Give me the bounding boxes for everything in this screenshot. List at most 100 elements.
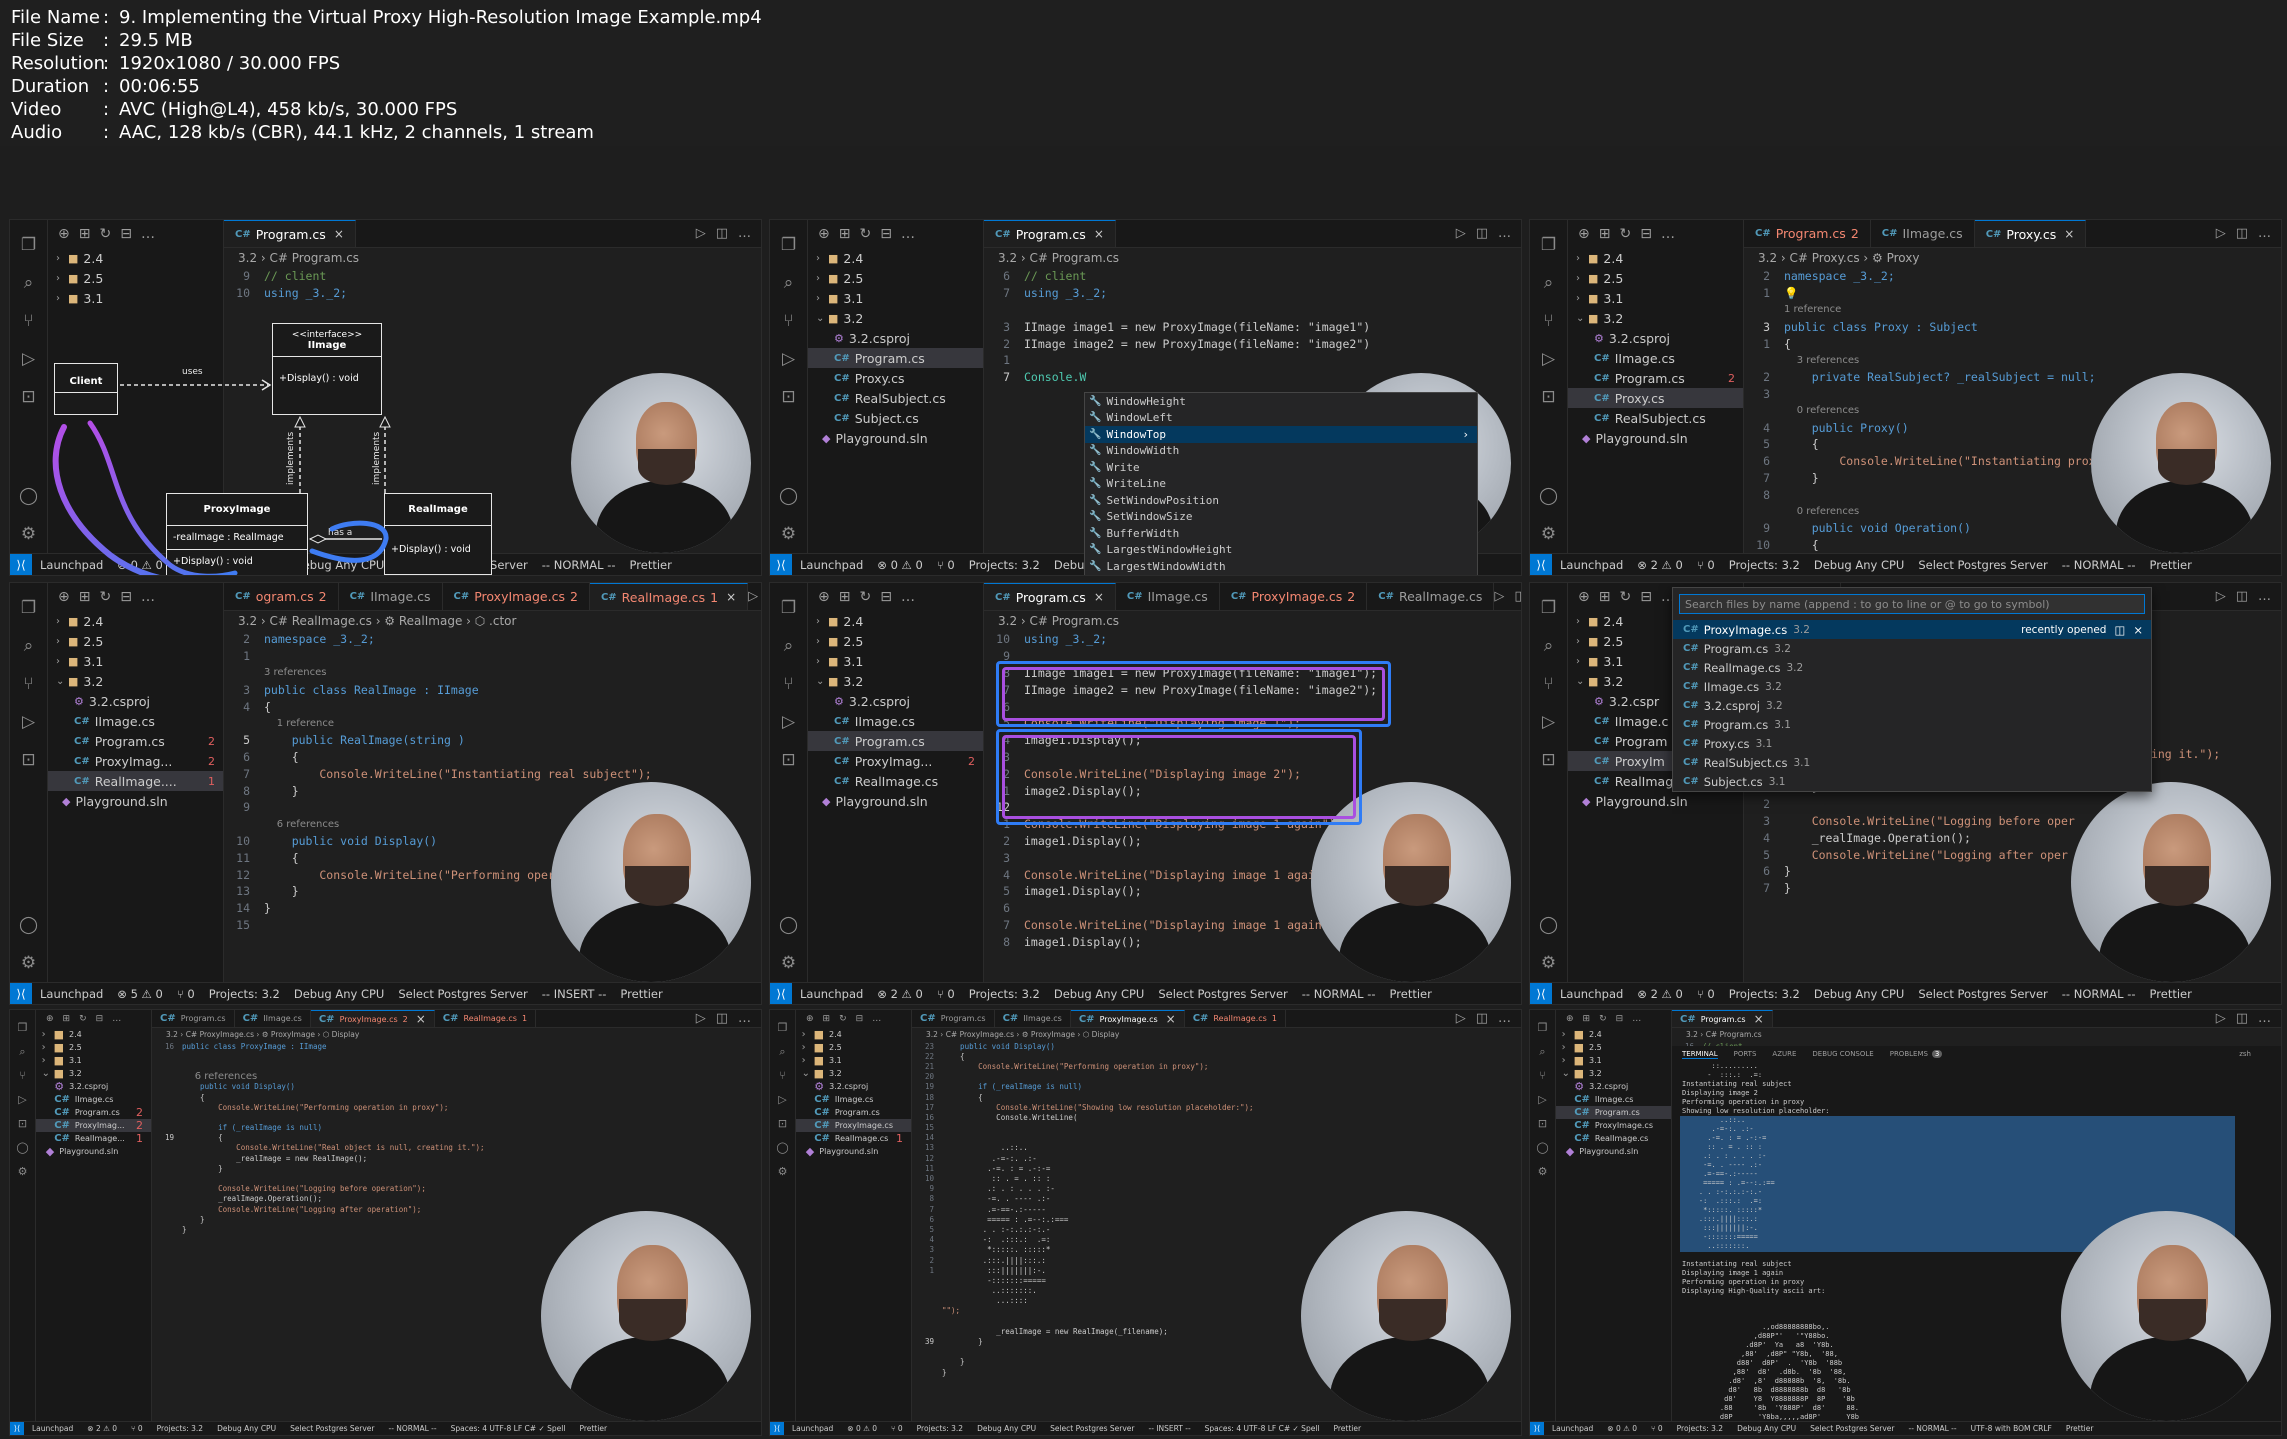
tree-item[interactable]: C# ProxyImage.cs xyxy=(796,1119,911,1132)
status-ports[interactable]: ⑂ 0 xyxy=(131,1424,143,1433)
files-icon[interactable]: ❐ xyxy=(1538,597,1560,619)
close-icon[interactable]: × xyxy=(1094,590,1104,604)
tree-item[interactable]: C# Subject.cs xyxy=(808,408,983,428)
status-fmt[interactable]: Prettier xyxy=(2150,987,2192,1001)
status-projects[interactable]: Projects: 3.2 xyxy=(1677,1424,1723,1433)
tree-item[interactable]: › ■ 3.1 xyxy=(1556,1054,1671,1067)
chevron-right-icon[interactable]: › xyxy=(1462,428,1469,441)
new-folder-icon[interactable]: ⊞ xyxy=(1583,1014,1591,1024)
tab-iimage-cs[interactable]: C# IImage.cs xyxy=(235,1010,311,1027)
source-control-icon[interactable]: ⑂ xyxy=(1538,310,1560,332)
tree-item[interactable]: ⌄ ■ 3.2 xyxy=(808,308,983,328)
status-errors[interactable]: ⊗ 2 ⚠ 0 xyxy=(87,1424,117,1433)
tree-item[interactable]: › ■ 3.1 xyxy=(48,651,223,671)
run-debug-icon[interactable]: ▷ xyxy=(1538,348,1560,370)
refresh-icon[interactable]: ↻ xyxy=(99,589,111,605)
tab-program-cs[interactable]: C# Program.cs × xyxy=(1672,1010,1773,1027)
suggestion-item[interactable]: 🔧 Write xyxy=(1085,459,1477,476)
collapse-icon[interactable]: ⊟ xyxy=(120,589,132,605)
collapse-icon[interactable]: ⊟ xyxy=(1640,589,1652,605)
status-db[interactable]: Select Postgres Server xyxy=(1918,558,2047,572)
tree-item[interactable]: › ■ 3.1 xyxy=(808,651,983,671)
tree-item[interactable]: › ■ 2.4 xyxy=(48,611,223,631)
status-ports[interactable]: ⑂ 0 xyxy=(1651,1424,1663,1433)
search-icon[interactable]: ⌕ xyxy=(1538,635,1560,657)
files-icon[interactable]: ❐ xyxy=(776,1021,790,1035)
breadcrumb[interactable]: 3.2 › C# Program.cs xyxy=(224,248,761,268)
account-icon[interactable]: ◯ xyxy=(778,485,800,507)
suggestion-item[interactable]: 🔧 WindowLeft xyxy=(1085,410,1477,427)
new-folder-icon[interactable]: ⊞ xyxy=(79,589,91,605)
remote-icon[interactable]: ⊡ xyxy=(778,749,800,771)
tree-item[interactable]: C# IImage.cs xyxy=(1556,1093,1671,1106)
tree-item[interactable]: › ■ 3.1 xyxy=(1568,288,1743,308)
status-errors[interactable]: ⊗ 2 ⚠ 0 xyxy=(1637,558,1683,572)
refresh-icon[interactable]: ↻ xyxy=(859,226,871,242)
files-icon[interactable]: ❐ xyxy=(18,234,40,256)
refresh-icon[interactable]: ↻ xyxy=(859,589,871,605)
gear-icon[interactable]: ⚙ xyxy=(18,523,40,545)
collapse-icon[interactable]: ⊟ xyxy=(96,1014,104,1024)
status-config[interactable]: Debug Any CPU xyxy=(977,1424,1036,1433)
status-fmt[interactable]: Prettier xyxy=(1390,987,1432,1001)
status-branch[interactable]: Launchpad xyxy=(1552,1424,1593,1433)
new-folder-icon[interactable]: ⊞ xyxy=(1599,589,1611,605)
tree-item[interactable]: C# IImage.cs xyxy=(36,1093,151,1106)
status-projects[interactable]: Projects: 3.2 xyxy=(969,987,1040,1001)
search-icon[interactable]: ⌕ xyxy=(1538,272,1560,294)
refresh-icon[interactable]: ↻ xyxy=(1619,589,1631,605)
more-icon[interactable]: … xyxy=(1498,1011,1511,1026)
tree-item[interactable]: › ■ 2.5 xyxy=(808,631,983,651)
new-folder-icon[interactable]: ⊞ xyxy=(839,226,851,242)
remote-indicator-icon[interactable]: ⟩⟨ xyxy=(770,554,792,575)
more-icon[interactable]: … xyxy=(738,226,751,241)
suggestion-item[interactable]: 🔧 LargestWindowHeight xyxy=(1085,542,1477,559)
account-icon[interactable]: ◯ xyxy=(18,485,40,507)
source-control-icon[interactable]: ⑂ xyxy=(1536,1069,1550,1083)
remote-icon[interactable]: ⊡ xyxy=(1538,749,1560,771)
tab-program-cs[interactable]: C# Program.cs xyxy=(152,1010,235,1027)
status-projects[interactable]: Projects: 3.2 xyxy=(1729,558,1800,572)
status-fmt[interactable]: Prettier xyxy=(1334,1424,1362,1433)
run-icon[interactable]: ▷ xyxy=(696,226,706,241)
suggestion-item[interactable]: 🔧 SetWindowPosition xyxy=(1085,492,1477,509)
status-fmt[interactable]: Prettier xyxy=(2150,558,2192,572)
status-db[interactable]: Select Postgres Server xyxy=(290,1424,374,1433)
tab-ogram-cs[interactable]: C# ogram.cs 2 xyxy=(224,583,339,610)
quick-open-item[interactable]: C# Program.cs 3.1 xyxy=(1673,715,2151,734)
tab-realimage-cs[interactable]: C# RealImage.cs 1 xyxy=(1185,1010,1286,1027)
status-db[interactable]: Select Postgres Server xyxy=(1158,987,1287,1001)
remote-indicator-icon[interactable]: ⟩⟨ xyxy=(1530,554,1552,575)
gear-icon[interactable]: ⚙ xyxy=(1538,523,1560,545)
run-debug-icon[interactable]: ▷ xyxy=(16,1093,30,1107)
status-projects[interactable]: Projects: 3.2 xyxy=(209,987,280,1001)
breadcrumb[interactable]: 3.2 › C# Proxy.cs › ⚙ Proxy xyxy=(1744,248,2281,268)
quick-open-item[interactable]: C# Proxy.cs 3.1 xyxy=(1673,734,2151,753)
tree-item[interactable]: ⌄ ■ 3.2 xyxy=(796,1067,911,1080)
new-folder-icon[interactable]: ⊞ xyxy=(823,1014,831,1024)
tree-item[interactable]: ◆ Playground.sln xyxy=(1556,1145,1671,1158)
account-icon[interactable]: ◯ xyxy=(1538,485,1560,507)
tree-item[interactable]: C# RealSubject.cs xyxy=(808,388,983,408)
tree-item[interactable]: ⚙ 3.2.csproj xyxy=(48,691,223,711)
more-icon[interactable]: … xyxy=(2258,1011,2271,1026)
tree-item[interactable]: › ■ 2.5 xyxy=(1568,268,1743,288)
tree-item[interactable]: C# IImage.cs xyxy=(796,1093,911,1106)
suggestion-item[interactable]: 🔧 WindowHeight xyxy=(1085,393,1477,410)
search-icon[interactable]: ⌕ xyxy=(16,1045,30,1059)
status-db[interactable]: Select Postgres Server xyxy=(1918,987,2047,1001)
tree-item[interactable]: ◆ Playground.sln xyxy=(1568,428,1743,448)
refresh-icon[interactable]: ↻ xyxy=(99,226,111,242)
new-file-icon[interactable]: ⊕ xyxy=(1566,1014,1574,1024)
breadcrumb[interactable]: 3.2 › C# ProxyImage.cs › ⚙ ProxyImage › … xyxy=(152,1028,761,1041)
source-control-icon[interactable]: ⑂ xyxy=(1538,673,1560,695)
tree-item[interactable]: › ■ 2.4 xyxy=(1568,248,1743,268)
tab-iimage-cs[interactable]: C# IImage.cs xyxy=(995,1010,1071,1027)
collapse-icon[interactable]: ⊟ xyxy=(120,226,132,242)
account-icon[interactable]: ◯ xyxy=(1538,914,1560,936)
suggestion-item[interactable]: 🔧 SetWindowSize xyxy=(1085,509,1477,526)
tree-item[interactable]: ⚙ 3.2.csproj xyxy=(796,1080,911,1093)
gear-icon[interactable]: ⚙ xyxy=(18,952,40,974)
remote-indicator-icon[interactable]: ⟩⟨ xyxy=(770,1422,784,1435)
close-icon[interactable]: × xyxy=(416,1012,426,1026)
